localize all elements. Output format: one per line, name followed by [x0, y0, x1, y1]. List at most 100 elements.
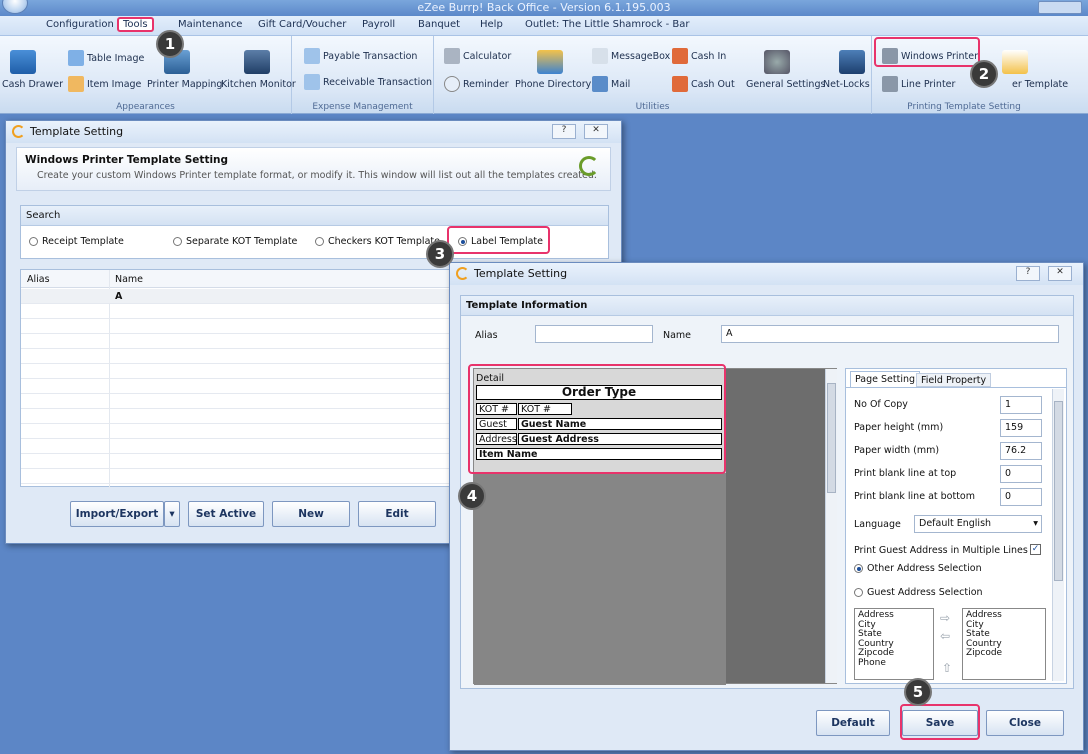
menu-configuration[interactable]: Configuration	[46, 19, 114, 30]
radio-separate-kot-template[interactable]: Separate KOT Template	[173, 236, 297, 247]
close-button[interactable]: Close	[986, 710, 1064, 736]
highlight-windows-printer	[874, 37, 980, 67]
dialog-title-bar: Template Setting	[6, 121, 621, 143]
paper-height-label: Paper height (mm)	[854, 422, 944, 433]
cash-drawer-button[interactable]: Cash Drawer	[2, 79, 63, 90]
dialog-title: Template Setting	[30, 125, 124, 138]
message-icon	[592, 48, 608, 64]
payable-label: Payable Transaction	[323, 50, 418, 62]
paper-height-field[interactable]: 159	[1000, 419, 1042, 437]
arrow-left-icon[interactable]: ⇦	[940, 629, 950, 643]
radio-label: Separate KOT Template	[186, 236, 298, 247]
paper-width-field[interactable]: 76.2	[1000, 442, 1042, 460]
radio-circle-selected	[854, 564, 863, 573]
step-badge-2: 2	[970, 60, 998, 88]
close-icon[interactable]: ✕	[1048, 266, 1072, 281]
cash-in-label: Cash In	[691, 50, 727, 62]
no-of-copy-field[interactable]: 1	[1000, 396, 1042, 414]
general-settings-button[interactable]: General Settings	[746, 79, 825, 90]
calculator-button[interactable]: Calculator	[444, 48, 511, 64]
printer-icon	[882, 76, 898, 92]
arrow-right-icon[interactable]: ⇨	[940, 611, 950, 625]
payable-transaction-button[interactable]: Payable Transaction	[304, 48, 417, 64]
group-expense: Payable Transaction Receivable Transacti…	[292, 36, 434, 114]
chevron-down-icon[interactable]: ▾	[164, 501, 180, 527]
help-button[interactable]: ?	[1016, 266, 1040, 281]
receivable-transaction-button[interactable]: Receivable Transaction	[304, 74, 432, 90]
cash-in-icon	[672, 48, 688, 64]
list-item[interactable]: Phone	[858, 658, 930, 669]
mail-label: Mail	[611, 78, 631, 90]
table-image-button[interactable]: Table Image	[68, 50, 144, 66]
tab-divider	[846, 387, 1066, 388]
payable-icon	[304, 48, 320, 64]
menu-banquet[interactable]: Banquet	[418, 19, 460, 30]
list-item[interactable]: Zipcode	[966, 648, 1042, 659]
radio-circle	[315, 237, 324, 246]
name-field[interactable]: A	[721, 325, 1059, 343]
menu-tools[interactable]: Tools	[117, 17, 154, 32]
available-fields-list[interactable]: Address City State Country Zipcode Phone	[854, 608, 934, 680]
radio-guest-address[interactable]: Guest Address Selection	[854, 587, 983, 598]
printer-mapping-button[interactable]: Printer Mapping	[147, 79, 222, 90]
messagebox-button[interactable]: MessageBox	[592, 48, 670, 64]
properties-panel: Page Setting Field Property No Of Copy 1…	[845, 368, 1067, 684]
group-appearances: Cash Drawer Table Image Item Image Print…	[0, 36, 296, 114]
group-utilities: Calculator Reminder Phone Directory Mess…	[434, 36, 872, 114]
cash-in-button[interactable]: Cash In	[672, 48, 726, 64]
radio-label: Receipt Template	[42, 236, 124, 247]
reminder-button[interactable]: Reminder	[444, 76, 509, 92]
scrollbar-thumb[interactable]	[827, 383, 836, 493]
printer-template-button[interactable]: er Template	[1012, 79, 1068, 90]
ezee-logo-icon	[579, 156, 599, 176]
blank-line-top-field[interactable]: 0	[1000, 465, 1042, 483]
group-label: Expense Management	[312, 102, 413, 112]
window-controls[interactable]	[1038, 1, 1082, 14]
edit-button[interactable]: Edit	[358, 501, 436, 527]
highlight-label-template	[447, 226, 550, 254]
messagebox-label: MessageBox	[611, 50, 671, 62]
radio-label: Checkers KOT Template	[328, 236, 440, 247]
item-image-button[interactable]: Item Image	[68, 76, 141, 92]
radio-checkers-kot-template[interactable]: Checkers KOT Template	[315, 236, 440, 247]
selected-fields-list[interactable]: Address City State Country Zipcode	[962, 608, 1046, 680]
app-title: eZee Burrp! Back Office - Version 6.1.19…	[417, 1, 671, 14]
kitchen-monitor-button[interactable]: Kitchen Monitor	[221, 79, 296, 90]
menu-gift-card[interactable]: Gift Card/Voucher	[258, 19, 346, 30]
cash-out-button[interactable]: Cash Out	[672, 76, 735, 92]
column-alias: Alias	[27, 274, 50, 285]
menu-outlet[interactable]: Outlet: The Little Shamrock - Bar	[525, 19, 690, 30]
receivable-icon	[304, 74, 320, 90]
menu-maintenance[interactable]: Maintenance	[178, 19, 242, 30]
new-button[interactable]: New	[272, 501, 350, 527]
set-active-button[interactable]: Set Active	[188, 501, 264, 527]
phone-directory-button[interactable]: Phone Directory	[515, 79, 591, 90]
menu-help[interactable]: Help	[480, 19, 503, 30]
mail-button[interactable]: Mail	[592, 76, 630, 92]
dialog-title: Template Setting	[474, 267, 568, 280]
default-button[interactable]: Default	[816, 710, 890, 736]
radio-other-address[interactable]: Other Address Selection	[854, 563, 982, 574]
language-select[interactable]: Default English ▾	[914, 515, 1042, 533]
gear-icon	[764, 50, 790, 74]
net-locks-button[interactable]: Net-Locks	[823, 79, 870, 90]
template-edit-icon	[1002, 50, 1028, 74]
close-icon[interactable]: ✕	[584, 124, 608, 139]
search-label: Search	[21, 206, 608, 226]
blank-line-bottom-field[interactable]: 0	[1000, 488, 1042, 506]
arrow-up-icon[interactable]: ⇧	[942, 661, 952, 675]
multi-line-checkbox[interactable]: ✓	[1030, 544, 1041, 555]
menu-payroll[interactable]: Payroll	[362, 19, 395, 30]
import-export-button[interactable]: Import/Export	[70, 501, 164, 527]
help-button[interactable]: ?	[552, 124, 576, 139]
tab-field-property[interactable]: Field Property	[916, 373, 992, 387]
scrollbar-thumb[interactable]	[1054, 401, 1063, 581]
radio-circle	[854, 588, 863, 597]
radio-receipt-template[interactable]: Receipt Template	[29, 236, 124, 247]
line-printer-button[interactable]: Line Printer	[882, 76, 955, 92]
canvas-scrollbar[interactable]	[825, 369, 837, 683]
template-info-panel: Template Information Alias Name A Detail…	[460, 295, 1074, 689]
alias-field[interactable]	[535, 325, 653, 343]
tab-page-setting[interactable]: Page Setting	[850, 371, 921, 387]
properties-scrollbar[interactable]	[1052, 389, 1064, 681]
